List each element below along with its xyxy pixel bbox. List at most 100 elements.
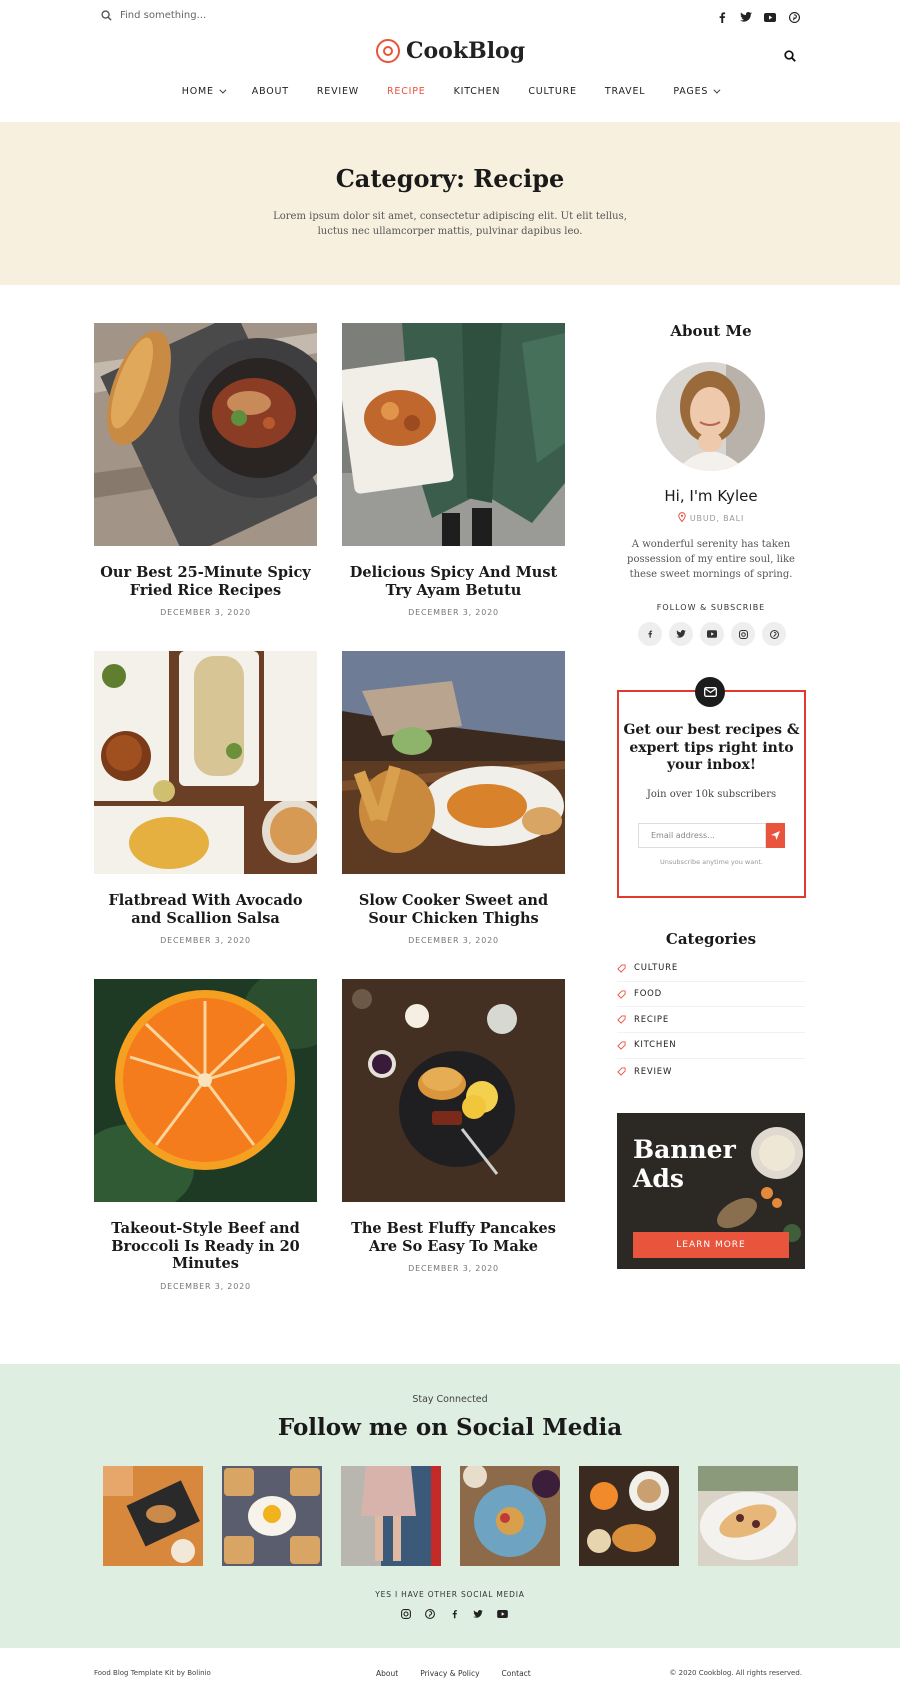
- sidebar-social-links: [638, 622, 786, 646]
- tag-icon: [617, 1041, 626, 1050]
- post-date: DECEMBER 3, 2020: [408, 936, 499, 945]
- post-image-fried-rice[interactable]: [94, 323, 317, 546]
- tag-icon: [617, 964, 626, 973]
- pinterest-icon[interactable]: [788, 11, 800, 23]
- nav-label: REVIEW: [316, 86, 359, 97]
- instagram-photo[interactable]: [341, 1466, 441, 1566]
- logo[interactable]: CookBlog: [376, 38, 525, 64]
- post-image-sweet-sour-chicken[interactable]: [342, 651, 565, 874]
- subscribe-button[interactable]: [766, 823, 785, 848]
- chevron-down-icon: [219, 86, 227, 94]
- instagram-photo[interactable]: [103, 1466, 203, 1566]
- pinterest-icon[interactable]: [424, 1608, 436, 1620]
- author-greeting: Hi, I'm Kylee: [664, 487, 758, 505]
- nav-item-travel[interactable]: TRAVEL: [605, 86, 646, 97]
- category-list: CULTURE FOOD RECIPE KITCHEN REVIEW: [617, 956, 805, 1084]
- tag-icon: [617, 1015, 626, 1024]
- instagram-photo[interactable]: [579, 1466, 679, 1566]
- twitter-icon[interactable]: [669, 622, 693, 646]
- nav-item-culture[interactable]: CULTURE: [528, 86, 577, 97]
- facebook-icon[interactable]: [638, 622, 662, 646]
- footer-link-privacy[interactable]: Privacy & Policy: [420, 1669, 479, 1678]
- nav-item-pages[interactable]: PAGES: [673, 86, 721, 97]
- post-image-pancakes[interactable]: [342, 979, 565, 1202]
- category-item-food[interactable]: FOOD: [617, 982, 805, 1008]
- top-search[interactable]: Find something...: [101, 10, 206, 21]
- post-title[interactable]: Our Best 25-Minute Spicy Fried Rice Reci…: [94, 564, 317, 599]
- category-label: FOOD: [634, 989, 663, 1000]
- twitter-icon[interactable]: [472, 1608, 484, 1620]
- newsletter-title: Get our best recipes & expert tips right…: [623, 722, 800, 773]
- category-item-kitchen[interactable]: KITCHEN: [617, 1033, 805, 1059]
- post-date: DECEMBER 3, 2020: [408, 608, 499, 617]
- mail-icon: [695, 677, 725, 707]
- tag-icon: [617, 1067, 626, 1076]
- search-placeholder[interactable]: Find something...: [120, 10, 206, 21]
- post-card[interactable]: Our Best 25-Minute Spicy Fried Rice Reci…: [94, 323, 317, 617]
- post-date: DECEMBER 3, 2020: [160, 608, 251, 617]
- category-hero: Category: Recipe Lorem ipsum dolor sit a…: [0, 122, 900, 285]
- banner-title: Banner Ads: [633, 1135, 736, 1193]
- twitter-icon[interactable]: [740, 11, 752, 23]
- learn-more-button[interactable]: LEARN MORE: [633, 1232, 789, 1258]
- banner-title-line: Ads: [633, 1164, 684, 1193]
- post-image-flatbread[interactable]: [94, 651, 317, 874]
- footer-social-links: [400, 1608, 508, 1620]
- categories-heading: Categories: [665, 930, 757, 948]
- pinterest-icon[interactable]: [762, 622, 786, 646]
- instagram-photo[interactable]: [222, 1466, 322, 1566]
- nav-label: HOME: [181, 86, 214, 97]
- post-title[interactable]: Delicious Spicy And Must Try Ayam Betutu: [342, 564, 565, 599]
- youtube-icon[interactable]: [764, 11, 776, 23]
- post-date: DECEMBER 3, 2020: [160, 936, 251, 945]
- email-field[interactable]: Email address...: [638, 823, 766, 848]
- logo-mark: [376, 39, 400, 63]
- footer-links: About Privacy & Policy Contact: [376, 1669, 531, 1678]
- author-location: UBUD, BALI: [617, 512, 805, 523]
- post-title[interactable]: Flatbread With Avocado and Scallion Sals…: [94, 892, 317, 927]
- post-card[interactable]: Takeout-Style Beef and Broccoli Is Ready…: [94, 979, 317, 1291]
- footer-link-about[interactable]: About: [376, 1669, 398, 1678]
- post-title[interactable]: Takeout-Style Beef and Broccoli Is Ready…: [94, 1220, 317, 1273]
- youtube-icon[interactable]: [496, 1608, 508, 1620]
- category-item-review[interactable]: REVIEW: [617, 1059, 805, 1085]
- avatar: [656, 362, 765, 471]
- post-card[interactable]: Slow Cooker Sweet and Sour Chicken Thigh…: [342, 651, 565, 945]
- instagram-icon[interactable]: [400, 1608, 412, 1620]
- banner-ad[interactable]: Banner Ads LEARN MORE: [617, 1113, 805, 1269]
- instagram-photo[interactable]: [460, 1466, 560, 1566]
- facebook-icon[interactable]: [716, 11, 728, 23]
- post-image-beef-broccoli[interactable]: [94, 979, 317, 1202]
- nav-label: RECIPE: [386, 86, 426, 97]
- post-card[interactable]: Flatbread With Avocado and Scallion Sals…: [94, 651, 317, 945]
- post-card[interactable]: The Best Fluffy Pancakes Are So Easy To …: [342, 979, 565, 1273]
- page-title: Category: Recipe: [335, 164, 565, 193]
- social-section: Stay Connected Follow me on Social Media…: [0, 1364, 900, 1648]
- post-title[interactable]: Slow Cooker Sweet and Sour Chicken Thigh…: [342, 892, 565, 927]
- nav-item-kitchen[interactable]: KITCHEN: [454, 86, 501, 97]
- post-image-ayam-betutu[interactable]: [342, 323, 565, 546]
- nav-label: TRAVEL: [604, 86, 646, 97]
- category-item-recipe[interactable]: RECIPE: [617, 1007, 805, 1034]
- nav-item-home[interactable]: HOME: [181, 86, 227, 97]
- instagram-icon[interactable]: [731, 622, 755, 646]
- social-heading: Follow me on Social Media: [277, 1414, 623, 1441]
- facebook-icon[interactable]: [448, 1608, 460, 1620]
- nav-label: CULTURE: [528, 86, 577, 97]
- nav-item-about[interactable]: ABOUT: [252, 86, 289, 97]
- banner-title-line: Banner: [633, 1135, 736, 1164]
- footer-link-contact[interactable]: Contact: [502, 1669, 531, 1678]
- nav-item-review[interactable]: REVIEW: [317, 86, 359, 97]
- about-heading: About Me: [670, 322, 752, 340]
- category-item-culture[interactable]: CULTURE: [617, 956, 805, 982]
- header-search-icon[interactable]: [784, 47, 796, 66]
- nav-item-recipe[interactable]: RECIPE: [387, 86, 426, 97]
- nav-label: PAGES: [673, 86, 709, 97]
- top-bar: Find something...: [0, 0, 900, 38]
- location-text: UBUD, BALI: [689, 514, 745, 523]
- tag-icon: [617, 989, 626, 999]
- post-card[interactable]: Delicious Spicy And Must Try Ayam Betutu…: [342, 323, 565, 617]
- instagram-photo[interactable]: [698, 1466, 798, 1566]
- youtube-icon[interactable]: [700, 622, 724, 646]
- post-title[interactable]: The Best Fluffy Pancakes Are So Easy To …: [342, 1220, 565, 1255]
